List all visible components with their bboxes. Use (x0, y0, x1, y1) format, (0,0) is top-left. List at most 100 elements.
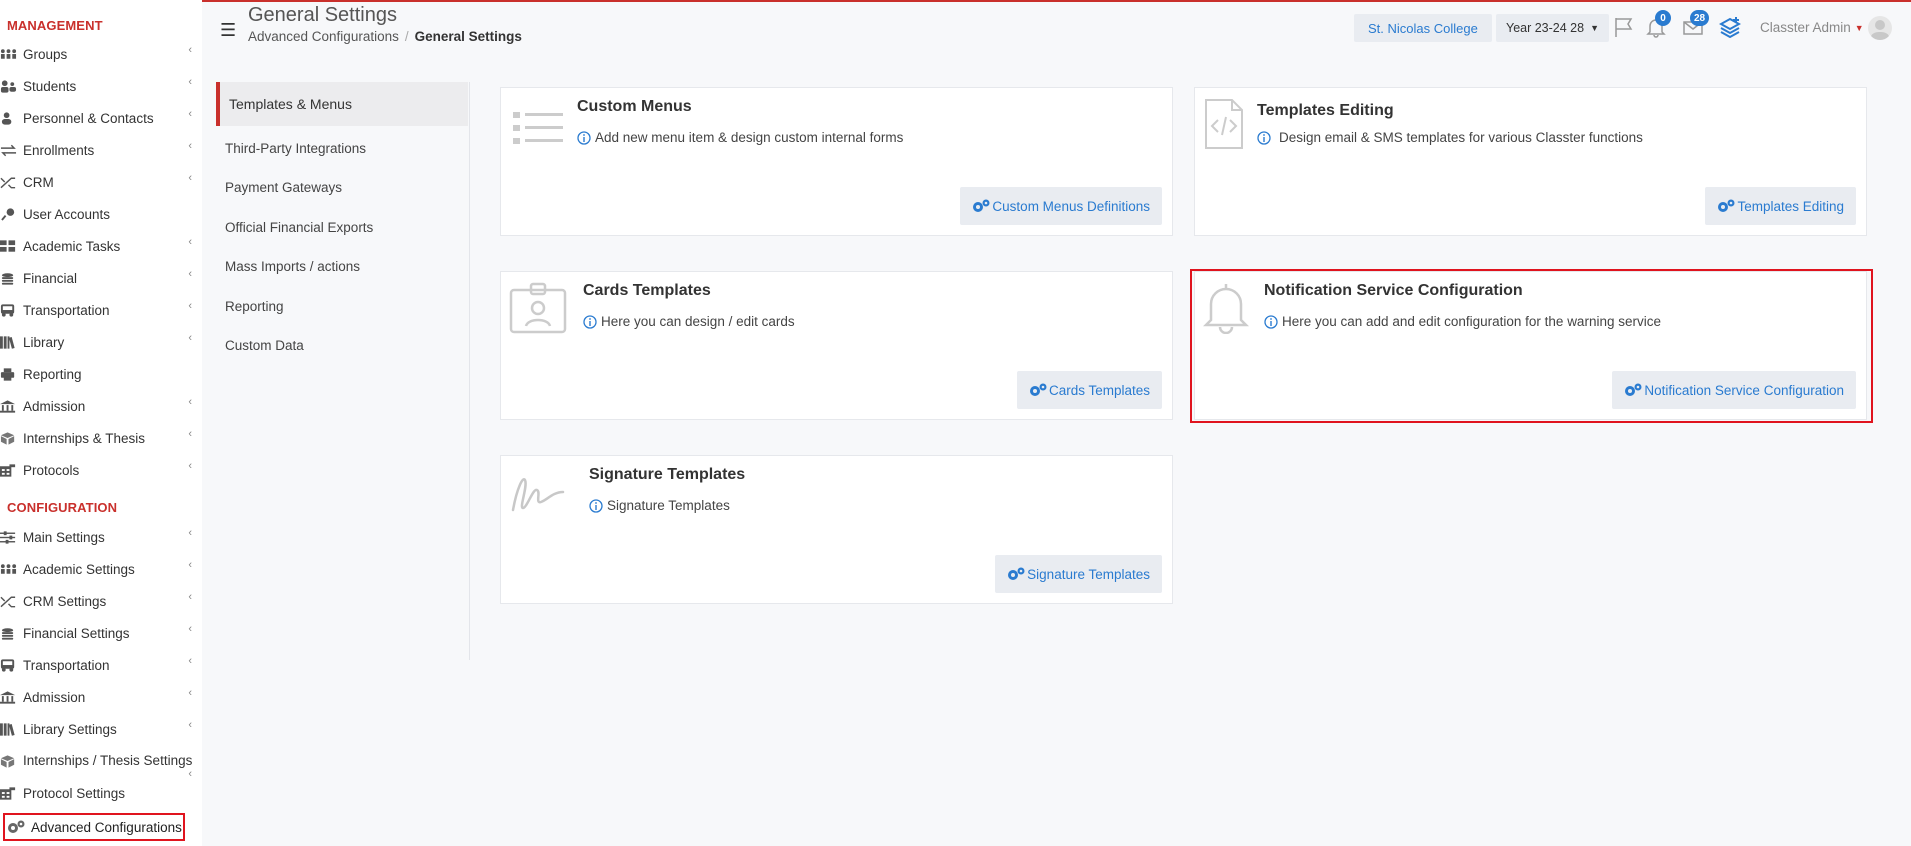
sidebar-item-crm[interactable]: CRM ‹ (0, 171, 200, 193)
sidebar-item-library[interactable]: Library ‹ (0, 331, 200, 353)
custom-menus-definitions-button[interactable]: Custom Menus Definitions (960, 187, 1162, 225)
sidebar-item-protocol-settings[interactable]: Protocol Settings (0, 782, 200, 804)
messages-envelope-icon[interactable]: 28 (1682, 10, 1710, 38)
gears-icon (1717, 199, 1735, 213)
chevron-left-icon: ‹ (188, 108, 192, 120)
sidebar-item-advanced-configurations[interactable]: Advanced Configurations (3, 813, 185, 841)
sidebar-item-user-accounts[interactable]: User Accounts (0, 203, 200, 225)
sidebar-item-internships-settings[interactable]: Internships / Thesis Settings ‹ (0, 750, 200, 784)
swap-arrows-icon (0, 143, 19, 157)
chevron-left-icon: ‹ (188, 300, 192, 312)
submenu-item-reporting[interactable]: Reporting (225, 299, 284, 314)
sidebar-item-label: Academic Tasks (23, 238, 121, 254)
submenu-item-financial-exports[interactable]: Official Financial Exports (225, 220, 373, 235)
submenu-item-templates-menus[interactable]: Templates & Menus (216, 82, 468, 126)
sidebar-item-main-settings[interactable]: Main Settings ‹ (0, 526, 200, 548)
sidebar-item-label: Academic Settings (23, 561, 135, 577)
sidebar-item-library-settings[interactable]: Library Settings ‹ (0, 718, 200, 740)
cube-icon (0, 431, 19, 445)
messages-count-badge: 28 (1690, 10, 1710, 26)
sliders-icon (0, 530, 19, 544)
sidebar-item-financial-settings[interactable]: Financial Settings ‹ (0, 622, 200, 644)
sidebar-item-crm-settings[interactable]: CRM Settings ‹ (0, 590, 200, 612)
submenu-item-mass-imports[interactable]: Mass Imports / actions (225, 259, 360, 274)
info-icon (583, 314, 597, 329)
submenu-item-custom-data[interactable]: Custom Data (225, 338, 304, 353)
students-icon (0, 79, 19, 93)
card-title: Signature Templates (589, 466, 746, 483)
sidebar-item-students[interactable]: Students ‹ (0, 75, 200, 97)
sidebar-item-personnel[interactable]: Personnel & Contacts ‹ (0, 107, 200, 129)
sidebar-item-label: Transportation (23, 302, 110, 318)
sidebar-item-label: Transportation (23, 657, 110, 673)
sidebar-item-admission[interactable]: Admission ‹ (0, 395, 200, 417)
list-icon (511, 98, 569, 156)
breadcrumb-link[interactable]: Advanced Configurations (248, 29, 399, 44)
signature-icon (509, 468, 573, 518)
gears-icon (972, 199, 990, 213)
chevron-left-icon: ‹ (188, 687, 192, 699)
signature-templates-button[interactable]: Signature Templates (995, 555, 1162, 593)
user-menu[interactable]: Classter Admin ▼ (1760, 20, 1864, 35)
chevron-left-icon: ‹ (188, 236, 192, 248)
card-description: Here you can design / edit cards (583, 314, 795, 329)
card-description: Signature Templates (589, 498, 730, 513)
cards-templates-button[interactable]: Cards Templates (1016, 371, 1162, 409)
top-accent-line (202, 0, 1911, 2)
hamburger-menu-icon[interactable]: ☰ (220, 20, 236, 41)
sidebar-item-label: Enrollments (23, 142, 95, 158)
breadcrumb: Advanced Configurations / General Settings (248, 29, 522, 44)
institution-icon (0, 690, 19, 704)
sidebar-item-transportation-settings[interactable]: Transportation ‹ (0, 654, 200, 676)
sidebar-item-label: Protocols (23, 462, 80, 478)
sidebar-item-label: Groups (23, 46, 68, 62)
id-badge-icon (509, 282, 567, 334)
user-key-icon (0, 207, 19, 221)
sidebar-item-label: User Accounts (23, 206, 111, 222)
crm-arrows-icon (0, 594, 19, 608)
code-file-icon (1203, 98, 1245, 150)
sidebar-item-label: Personnel & Contacts (23, 110, 154, 126)
year-selector-dropdown[interactable]: Year 23-24 28 ▼ (1496, 14, 1609, 42)
sidebar-item-enrollments[interactable]: Enrollments ‹ (0, 139, 200, 161)
books-icon (0, 722, 19, 736)
sidebar-item-protocols[interactable]: Protocols ‹ (0, 459, 200, 481)
caret-down-icon: ▼ (1590, 23, 1599, 33)
sidebar-item-label: Admission (23, 689, 86, 705)
sidebar-item-groups[interactable]: Groups ‹ (0, 43, 200, 65)
chevron-left-icon: ‹ (188, 559, 192, 571)
submenu-item-third-party[interactable]: Third-Party Integrations (225, 141, 366, 156)
sidebar-item-transportation[interactable]: Transportation ‹ (0, 299, 200, 321)
sidebar-item-admission-settings[interactable]: Admission ‹ (0, 686, 200, 708)
sidebar-item-academic-tasks[interactable]: Academic Tasks ‹ (0, 235, 200, 257)
groups-icon (0, 47, 19, 61)
sidebar-item-label: Internships / Thesis Settings (23, 753, 193, 768)
notifications-bell-icon[interactable]: 0 (1645, 10, 1671, 38)
sidebar-item-financial[interactable]: Financial ‹ (0, 267, 200, 289)
caret-down-icon: ▼ (1854, 22, 1864, 33)
layers-add-icon[interactable] (1718, 16, 1742, 39)
college-selector-button[interactable]: St. Nicolas College (1354, 14, 1492, 42)
flag-icon[interactable] (1613, 16, 1635, 38)
templates-editing-button[interactable]: Templates Editing (1705, 187, 1856, 225)
card-description: Design email & SMS templates for various… (1257, 130, 1643, 145)
sidebar-item-label: CRM (23, 174, 54, 190)
user-name: Classter Admin (1760, 20, 1851, 35)
chevron-left-icon: ‹ (188, 623, 192, 635)
gears-icon (7, 820, 25, 834)
sidebar-item-internships[interactable]: Internships & Thesis ‹ (0, 427, 200, 449)
gears-icon (1029, 383, 1047, 397)
chevron-left-icon: ‹ (188, 140, 192, 152)
sidebar-item-reporting[interactable]: Reporting (0, 363, 200, 385)
sidebar-item-academic-settings[interactable]: Academic Settings ‹ (0, 558, 200, 580)
sidebar-item-label: Students (23, 78, 77, 94)
bus-icon (0, 303, 19, 317)
submenu-item-payment-gateways[interactable]: Payment Gateways (225, 180, 342, 195)
coins-icon (0, 271, 19, 285)
sidebar: MANAGEMENT Groups ‹ Students ‹ Personnel… (0, 0, 202, 846)
info-icon (1257, 130, 1271, 145)
chevron-left-icon: ‹ (188, 76, 192, 88)
chevron-left-icon: ‹ (188, 428, 192, 440)
chevron-left-icon: ‹ (188, 591, 192, 603)
avatar[interactable] (1868, 16, 1892, 40)
